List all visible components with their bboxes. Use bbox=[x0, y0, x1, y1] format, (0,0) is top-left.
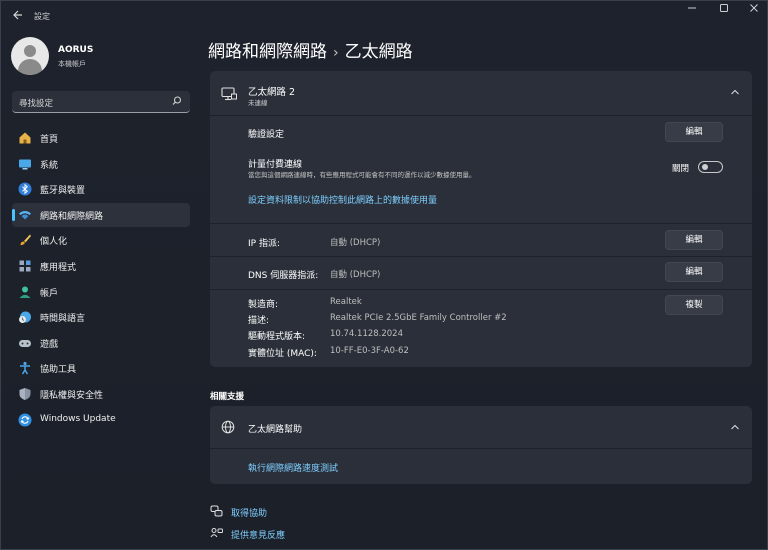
property-value: Realtek PCIe 2.5GbE Family Controller #2 bbox=[330, 313, 507, 323]
gaming-icon bbox=[18, 336, 32, 350]
search-input[interactable]: 尋找設定 bbox=[12, 91, 190, 113]
metered-connection-toggle[interactable] bbox=[698, 161, 723, 173]
sidebar-nav: 首頁 系統 藍牙與裝置 網路和網際網路 個人化 應用程式 帳戶 時間與語言 遊戲… bbox=[12, 126, 190, 433]
bluetooth-icon bbox=[18, 182, 32, 196]
sidebar-item-time-language[interactable]: 時間與語言 bbox=[12, 305, 190, 329]
divider bbox=[210, 448, 752, 449]
property-label: 實體位址 (MAC): bbox=[248, 349, 317, 359]
sidebar-item-label: 藍牙與裝置 bbox=[40, 186, 86, 197]
toggle-knob bbox=[702, 164, 708, 170]
brush-icon bbox=[18, 233, 32, 247]
system-icon bbox=[18, 157, 32, 171]
sidebar-item-windows-update[interactable]: Windows Update bbox=[12, 408, 190, 432]
shield-icon bbox=[18, 387, 32, 401]
divider bbox=[210, 289, 752, 290]
sidebar-item-label: 首頁 bbox=[40, 135, 59, 145]
minimize-icon[interactable] bbox=[677, 3, 707, 19]
sidebar-item-label: 應用程式 bbox=[40, 262, 77, 273]
sidebar-item-network[interactable]: 網路和網際網路 bbox=[12, 202, 190, 227]
ethernet-help-title: 乙太網路幫助 bbox=[248, 425, 303, 435]
update-icon bbox=[18, 413, 32, 427]
get-help-link[interactable]: 取得協助 bbox=[231, 506, 267, 519]
settings-window: 設定 AORUS 本機帳戶 尋找設定 首頁 系統 藍牙與裝置 網路和網際網路 個… bbox=[0, 0, 768, 550]
ip-assignment-value: 自動 (DHCP) bbox=[330, 238, 381, 248]
copy-button[interactable]: 複製 bbox=[665, 295, 723, 315]
chevron-up-icon[interactable] bbox=[730, 88, 740, 96]
sidebar-item-bluetooth[interactable]: 藍牙與裝置 bbox=[12, 177, 190, 201]
auth-settings-label: 驗證設定 bbox=[248, 130, 285, 140]
network-icon bbox=[18, 208, 32, 222]
feedback-link[interactable]: 提供意見反應 bbox=[231, 528, 285, 541]
account-icon bbox=[18, 285, 32, 299]
maximize-icon[interactable] bbox=[709, 3, 739, 19]
sidebar-item-label: 個人化 bbox=[40, 237, 68, 248]
property-label: 製造商: bbox=[248, 300, 279, 310]
breadcrumb: 網路和網際網路 › 乙太網路 bbox=[208, 37, 413, 62]
search-placeholder: 尋找設定 bbox=[19, 99, 54, 109]
app-title: 設定 bbox=[34, 12, 50, 21]
page-title: 乙太網路 bbox=[344, 42, 413, 62]
divider bbox=[210, 115, 752, 116]
sidebar-item-label: Windows Update bbox=[40, 413, 116, 424]
data-limit-link[interactable]: 設定資料限制以協助控制此網路上的數據使用量 bbox=[248, 193, 437, 206]
breadcrumb-separator: › bbox=[333, 45, 339, 61]
ip-edit-button[interactable]: 編輯 bbox=[665, 230, 723, 250]
divider bbox=[210, 223, 752, 224]
avatar bbox=[11, 37, 49, 75]
sidebar-item-home[interactable]: 首頁 bbox=[12, 126, 190, 150]
related-support-heading: 相關支援 bbox=[210, 392, 245, 402]
dns-assignment-label: DNS 伺服器指派: bbox=[248, 271, 319, 281]
sidebar-item-label: 時間與語言 bbox=[40, 314, 86, 325]
profile-name: AORUS bbox=[58, 45, 94, 55]
property-label: 描述: bbox=[248, 316, 270, 326]
metered-toggle-state: 關閉 bbox=[672, 164, 690, 174]
title-bar: 設定 bbox=[1, 1, 767, 31]
apps-icon bbox=[18, 259, 32, 273]
close-icon[interactable] bbox=[739, 3, 768, 19]
adapter-title: 乙太網路 2 bbox=[248, 87, 296, 98]
metered-connection-description: 當您與這個網路連線時，有些應用程式可能會有不同的運作以減少數據使用量。 bbox=[248, 171, 476, 179]
home-icon bbox=[18, 131, 32, 145]
sidebar-item-privacy[interactable]: 隱私權與安全性 bbox=[12, 382, 190, 406]
sidebar-item-apps[interactable]: 應用程式 bbox=[12, 254, 190, 278]
time-language-icon bbox=[18, 310, 32, 324]
dns-assignment-value: 自動 (DHCP) bbox=[330, 270, 381, 280]
dns-edit-button[interactable]: 編輯 bbox=[665, 262, 723, 282]
sidebar-item-label: 協助工具 bbox=[40, 365, 77, 376]
sidebar-item-label: 系統 bbox=[40, 160, 59, 171]
adapter-status: 未連線 bbox=[248, 99, 268, 107]
ethernet-monitor-icon bbox=[221, 87, 237, 101]
property-value: Realtek bbox=[330, 297, 362, 307]
breadcrumb-parent[interactable]: 網路和網際網路 bbox=[208, 42, 327, 62]
profile-account-type: 本機帳戶 bbox=[58, 60, 86, 68]
support-card: 乙太網路幫助 執行網際網路速度測試 bbox=[210, 406, 752, 484]
ip-assignment-label: IP 指派: bbox=[248, 239, 280, 249]
globe-icon bbox=[221, 420, 235, 434]
sidebar-item-system[interactable]: 系統 bbox=[12, 152, 190, 176]
sidebar-item-gaming[interactable]: 遊戲 bbox=[12, 331, 190, 355]
active-indicator bbox=[12, 208, 15, 221]
property-value: 10.74.1128.2024 bbox=[330, 329, 404, 339]
chevron-up-icon[interactable] bbox=[730, 423, 740, 431]
help-icon bbox=[210, 505, 223, 518]
search-icon[interactable] bbox=[171, 95, 183, 107]
divider bbox=[210, 256, 752, 257]
sidebar-item-label: 帳戶 bbox=[40, 288, 59, 299]
sidebar-item-accessibility[interactable]: 協助工具 bbox=[12, 356, 190, 380]
sidebar-item-label: 遊戲 bbox=[40, 339, 59, 350]
sidebar-item-personalization[interactable]: 個人化 bbox=[12, 228, 190, 252]
feedback-icon bbox=[210, 527, 223, 540]
auth-edit-button[interactable]: 編輯 bbox=[665, 122, 723, 142]
speed-test-link[interactable]: 執行網際網路速度測試 bbox=[248, 461, 338, 474]
back-arrow-icon[interactable] bbox=[9, 9, 25, 25]
sidebar-item-accounts[interactable]: 帳戶 bbox=[12, 280, 190, 304]
accessibility-icon bbox=[18, 361, 32, 375]
property-value: 10-FF-E0-3F-A0-62 bbox=[330, 346, 409, 356]
sidebar-item-label: 隱私權與安全性 bbox=[40, 390, 104, 401]
property-label: 驅動程式版本: bbox=[248, 332, 306, 342]
sidebar-item-label: 網路和網際網路 bbox=[40, 211, 104, 222]
user-profile[interactable]: AORUS 本機帳戶 bbox=[11, 37, 191, 77]
adapter-card: 乙太網路 2 未連線 驗證設定 編輯 計量付費連線 當您與這個網路連線時，有些應… bbox=[210, 71, 752, 367]
